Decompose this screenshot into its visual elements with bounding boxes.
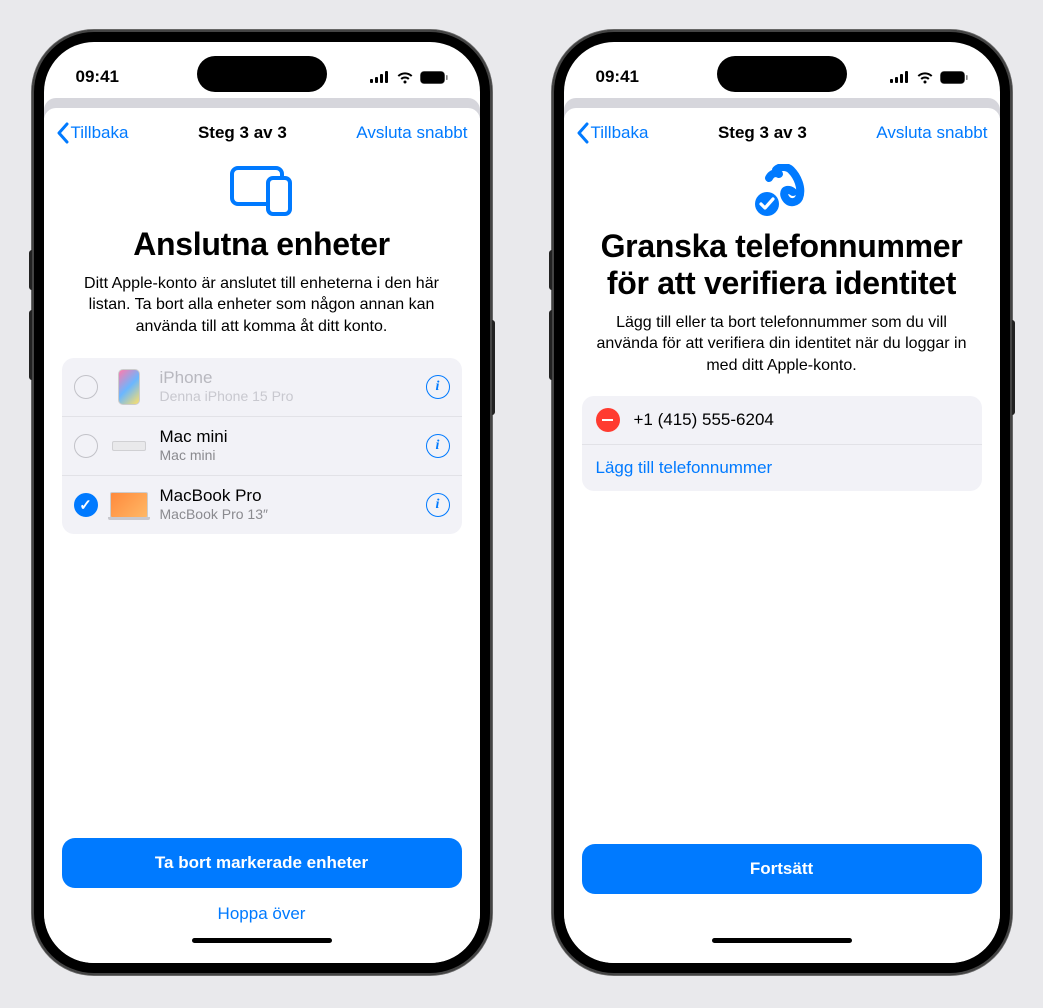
devices-icon xyxy=(62,164,462,216)
add-phone-button[interactable]: Lägg till telefonnummer xyxy=(582,445,982,491)
battery-icon xyxy=(940,71,968,84)
step-indicator: Steg 3 av 3 xyxy=(718,123,807,143)
device-sub: Mac mini xyxy=(160,447,414,464)
device-sub: Denna iPhone 15 Pro xyxy=(160,388,414,405)
info-button[interactable]: i xyxy=(426,375,450,399)
phone-number: +1 (415) 555-6204 xyxy=(634,410,774,430)
back-label: Tillbaka xyxy=(71,123,129,143)
nav-bar: Tillbaka Steg 3 av 3 Avsluta snabbt xyxy=(44,108,480,152)
back-label: Tillbaka xyxy=(591,123,649,143)
status-indicators xyxy=(890,71,968,84)
quit-button[interactable]: Avsluta snabbt xyxy=(876,123,987,143)
device-row-iphone[interactable]: iPhone Denna iPhone 15 Pro i xyxy=(62,358,462,417)
step-indicator: Steg 3 av 3 xyxy=(198,123,287,143)
remove-selected-button[interactable]: Ta bort markerade enheter xyxy=(62,838,462,888)
screen-right: 09:41 Tillbaka Steg 3 av 3 Avsluta snabb… xyxy=(564,42,1000,963)
back-button[interactable]: Tillbaka xyxy=(56,122,129,144)
status-time: 09:41 xyxy=(596,67,639,87)
device-name: iPhone xyxy=(160,368,414,388)
device-sub: MacBook Pro 13″ xyxy=(160,506,414,523)
device-name: Mac mini xyxy=(160,427,414,447)
phone-row: +1 (415) 555-6204 xyxy=(582,396,982,445)
chevron-left-icon xyxy=(56,122,70,144)
device-checkbox[interactable] xyxy=(74,493,98,517)
page-title: Granska telefonnummer för att verifiera … xyxy=(582,228,982,302)
quit-button[interactable]: Avsluta snabbt xyxy=(356,123,467,143)
status-indicators xyxy=(370,71,448,84)
skip-button[interactable]: Hoppa över xyxy=(62,894,462,934)
page-desc: Ditt Apple-konto är anslutet till enhete… xyxy=(62,273,462,338)
page-title: Anslutna enheter xyxy=(62,226,462,263)
nav-bar: Tillbaka Steg 3 av 3 Avsluta snabbt xyxy=(564,108,1000,152)
modal-sheet: Tillbaka Steg 3 av 3 Avsluta snabbt Gran… xyxy=(564,108,1000,963)
phone-verify-icon xyxy=(582,164,982,218)
device-checkbox[interactable] xyxy=(74,375,98,399)
home-indicator[interactable] xyxy=(712,938,852,943)
device-row-macbookpro[interactable]: MacBook Pro MacBook Pro 13″ i xyxy=(62,476,462,534)
phone-frame-right: 09:41 Tillbaka Steg 3 av 3 Avsluta snabb… xyxy=(552,30,1012,975)
continue-button[interactable]: Fortsätt xyxy=(582,844,982,894)
info-button[interactable]: i xyxy=(426,493,450,517)
device-name: MacBook Pro xyxy=(160,486,414,506)
iphone-icon xyxy=(110,368,148,406)
cellular-icon xyxy=(890,71,910,83)
wifi-icon xyxy=(916,71,934,84)
remove-phone-button[interactable] xyxy=(596,408,620,432)
info-button[interactable]: i xyxy=(426,434,450,458)
modal-sheet: Tillbaka Steg 3 av 3 Avsluta snabbt Ansl… xyxy=(44,108,480,963)
chevron-left-icon xyxy=(576,122,590,144)
device-checkbox[interactable] xyxy=(74,434,98,458)
screen-left: 09:41 Tillbaka Steg 3 av 3 Avsluta snabb… xyxy=(44,42,480,963)
home-indicator[interactable] xyxy=(192,938,332,943)
wifi-icon xyxy=(396,71,414,84)
page-desc: Lägg till eller ta bort telefonnummer so… xyxy=(582,312,982,377)
macmini-icon xyxy=(110,427,148,465)
macbookpro-icon xyxy=(110,486,148,524)
device-list: iPhone Denna iPhone 15 Pro i Mac mini Ma… xyxy=(62,358,462,534)
cellular-icon xyxy=(370,71,390,83)
dynamic-island xyxy=(717,56,847,92)
device-row-macmini[interactable]: Mac mini Mac mini i xyxy=(62,417,462,476)
status-time: 09:41 xyxy=(76,67,119,87)
back-button[interactable]: Tillbaka xyxy=(576,122,649,144)
phone-frame-left: 09:41 Tillbaka Steg 3 av 3 Avsluta snabb… xyxy=(32,30,492,975)
battery-icon xyxy=(420,71,448,84)
phone-list: +1 (415) 555-6204 Lägg till telefonnumme… xyxy=(582,396,982,491)
dynamic-island xyxy=(197,56,327,92)
